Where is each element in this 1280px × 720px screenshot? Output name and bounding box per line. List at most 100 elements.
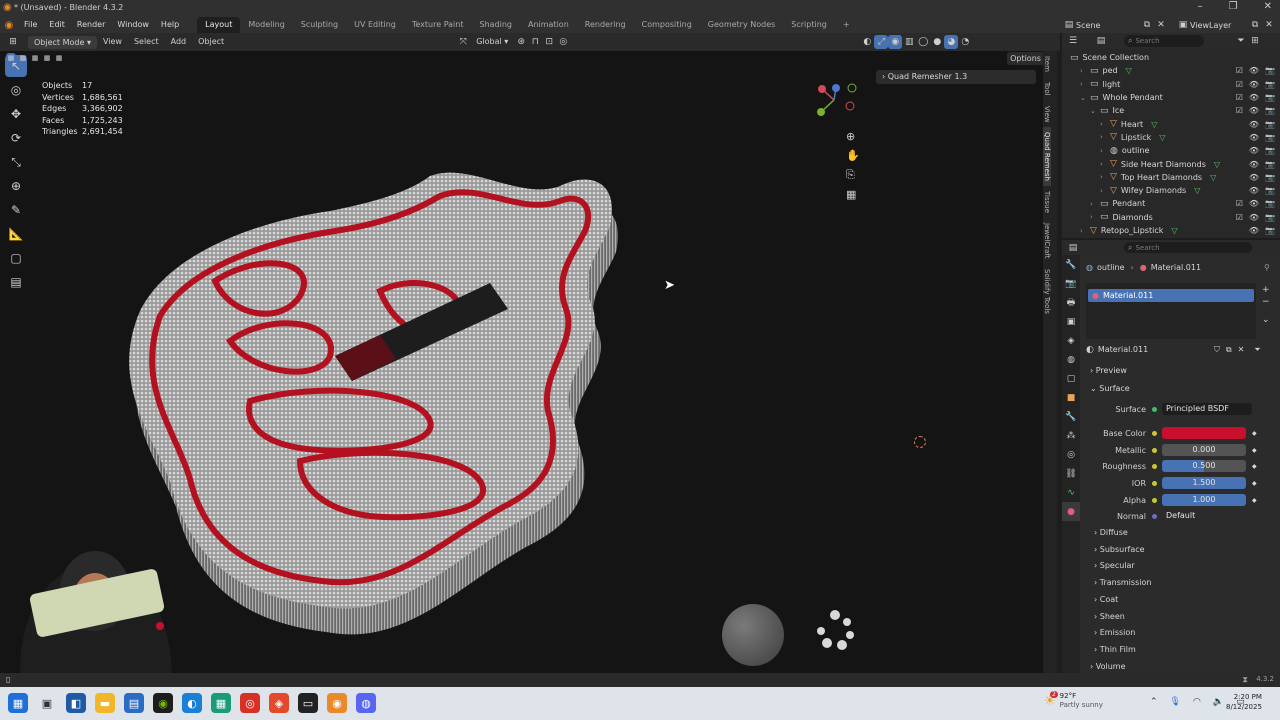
tab-animation[interactable]: Animation: [520, 17, 577, 33]
sidebar-tab-solidify-tools[interactable]: Solidify Tools: [1043, 264, 1051, 319]
subpanel-header[interactable]: › Sheen: [1094, 612, 1125, 621]
subpanel-header[interactable]: › Coat: [1094, 595, 1118, 604]
wifi-icon[interactable]: ◠: [1193, 697, 1201, 707]
chevron-up-icon[interactable]: ⌃: [1150, 697, 1158, 707]
render-camera-icon[interactable]: 📷: [1265, 146, 1275, 155]
menu-help[interactable]: Help: [155, 17, 185, 33]
select-extend-icon[interactable]: ▦: [18, 53, 28, 63]
options-button[interactable]: Options: [1007, 52, 1044, 65]
outliner-row[interactable]: › ▭ light ☑ 👁 📷: [1062, 78, 1280, 91]
delete-scene-icon[interactable]: ✕: [1154, 18, 1168, 32]
addon-tool-icon[interactable]: ▤: [5, 271, 27, 293]
normal-field[interactable]: Default: [1162, 510, 1246, 522]
weather-widget[interactable]: ☀ 2 92°F Partly sunny: [1044, 690, 1103, 710]
tab-uv-editing[interactable]: UV Editing: [346, 17, 404, 33]
tab-texture-paint[interactable]: Texture Paint: [404, 17, 472, 33]
select-subtract-icon[interactable]: ▦: [30, 53, 40, 63]
tool-tab-icon[interactable]: 🔧: [1062, 255, 1080, 274]
render-camera-icon[interactable]: 📷: [1265, 226, 1275, 235]
grid-perspective-icon[interactable]: ▦: [846, 188, 860, 201]
outliner-row[interactable]: › ▽ Top Heart Diamonds ▽ 👁 📷: [1062, 171, 1280, 184]
snap-icon[interactable]: ⊓: [528, 35, 542, 49]
menu-window[interactable]: Window: [111, 17, 155, 33]
render-camera-icon[interactable]: 📷: [1265, 133, 1275, 142]
tab-sculpting[interactable]: Sculpting: [293, 17, 346, 33]
eye-icon[interactable]: 👁: [1249, 213, 1259, 222]
eye-icon[interactable]: 👁: [1249, 186, 1259, 195]
menu-edit[interactable]: Edit: [43, 17, 71, 33]
render-camera-icon[interactable]: 📷: [1265, 120, 1275, 129]
outliner-row[interactable]: › ▭ ped ▽ ☑ 👁 📷: [1062, 64, 1280, 77]
cursor-tool-icon[interactable]: ◎: [5, 79, 27, 101]
operator-panel[interactable]: › Quad Remesher 1.3: [876, 70, 1036, 84]
tab-compositing[interactable]: Compositing: [634, 17, 700, 33]
output-tab-icon[interactable]: 🖶: [1062, 293, 1080, 312]
3d-cursor-icon[interactable]: [914, 436, 926, 448]
add-workspace-button[interactable]: +: [835, 17, 858, 33]
expand-chevron-icon[interactable]: ›: [1080, 67, 1090, 75]
measure-tool-icon[interactable]: 📐: [5, 223, 27, 245]
store-icon[interactable]: ◧: [66, 693, 86, 713]
start-icon[interactable]: ▦: [8, 693, 28, 713]
surface-shader-field[interactable]: Principled BSDF: [1162, 403, 1252, 415]
unlink-material-icon[interactable]: ✕: [1238, 345, 1245, 354]
property-slider[interactable]: 1.000: [1162, 494, 1246, 506]
outliner-row[interactable]: › ◍ outline 👁 📷: [1062, 144, 1280, 157]
tab-modeling[interactable]: Modeling: [240, 17, 292, 33]
chrome-icon[interactable]: ◎: [240, 693, 260, 713]
select-intersect-icon[interactable]: ▦: [54, 53, 64, 63]
expand-chevron-icon[interactable]: ›: [1090, 200, 1100, 208]
file-explorer-icon[interactable]: ▬: [95, 693, 115, 713]
expand-chevron-icon[interactable]: ⌄: [1090, 107, 1100, 115]
pan-hand-icon[interactable]: ✋: [846, 149, 860, 162]
app3-icon[interactable]: ◈: [269, 693, 289, 713]
eye-icon[interactable]: 👁: [1249, 93, 1259, 102]
material-shading-icon[interactable]: ◕: [944, 35, 959, 49]
render-camera-icon[interactable]: 📷: [1265, 213, 1275, 222]
tab-rendering[interactable]: Rendering: [577, 17, 634, 33]
volume-icon[interactable]: 🔈: [1213, 697, 1224, 707]
exclude-checkbox-icon[interactable]: ☑: [1236, 106, 1243, 115]
eye-icon[interactable]: 👁: [1249, 173, 1259, 182]
move-tool-icon[interactable]: ✥: [5, 103, 27, 125]
object-tab-icon[interactable]: ■: [1062, 388, 1080, 407]
keyframe-dot-icon[interactable]: ◆: [1252, 480, 1257, 487]
menu-file[interactable]: File: [18, 17, 43, 33]
clock[interactable]: 2:20 PM 8/12/2025: [1226, 692, 1262, 712]
outliner-row[interactable]: › ▭ Diamonds ☑ 👁 📷: [1062, 211, 1280, 224]
discord-icon[interactable]: ◍: [356, 693, 376, 713]
taskview-icon[interactable]: ▣: [37, 693, 57, 713]
overlay-icon[interactable]: ◉: [888, 35, 903, 49]
edge-icon[interactable]: ◐: [182, 693, 202, 713]
editor-type-icon[interactable]: ⊞: [6, 35, 20, 49]
subpanel-header[interactable]: › Transmission: [1094, 578, 1151, 587]
pin-icon[interactable]: ⚲: [1264, 263, 1270, 272]
fake-user-icon[interactable]: ⛉: [1214, 345, 1220, 355]
select-new-icon[interactable]: ▦: [6, 53, 16, 63]
annotate-tool-icon[interactable]: ✎: [5, 199, 27, 221]
eye-icon[interactable]: 👁: [1249, 146, 1259, 155]
mic-icon[interactable]: 🎙: [1170, 697, 1181, 707]
app2-icon[interactable]: ▦: [211, 693, 231, 713]
remove-slot-icon[interactable]: −: [1262, 297, 1270, 307]
subpanel-header[interactable]: › Diffuse: [1094, 528, 1128, 537]
scene-tab-icon[interactable]: ◈: [1062, 331, 1080, 350]
sidebar-tab-quad-remesh[interactable]: Quad Remesh: [1043, 127, 1051, 187]
exclude-checkbox-icon[interactable]: ☑: [1236, 66, 1243, 75]
transform-orientation-dropdown[interactable]: Global ▾: [470, 33, 514, 51]
material-tab-icon[interactable]: ●: [1062, 502, 1080, 521]
eye-icon[interactable]: 👁: [1249, 199, 1259, 208]
keyframe-dot-icon[interactable]: ◆: [1252, 430, 1257, 437]
expand-chevron-icon[interactable]: ›: [1100, 173, 1110, 181]
render-camera-icon[interactable]: 📷: [1265, 186, 1275, 195]
xray-icon[interactable]: ▥: [902, 35, 916, 49]
property-slider[interactable]: 0.500: [1162, 460, 1246, 472]
base-color-swatch[interactable]: [1162, 427, 1246, 439]
terminal-icon[interactable]: ▭: [298, 693, 318, 713]
exclude-checkbox-icon[interactable]: ☑: [1236, 93, 1243, 102]
object-mode-dropdown[interactable]: Object Mode ▾: [28, 35, 97, 49]
outliner-row[interactable]: ⌄ ▭ Ice ☑ 👁 📷: [1062, 104, 1280, 117]
new-view-layer-icon[interactable]: ⧉: [1248, 18, 1262, 32]
exclude-checkbox-icon[interactable]: ☑: [1236, 199, 1243, 208]
sidebar-tab-item[interactable]: Item: [1043, 51, 1051, 77]
